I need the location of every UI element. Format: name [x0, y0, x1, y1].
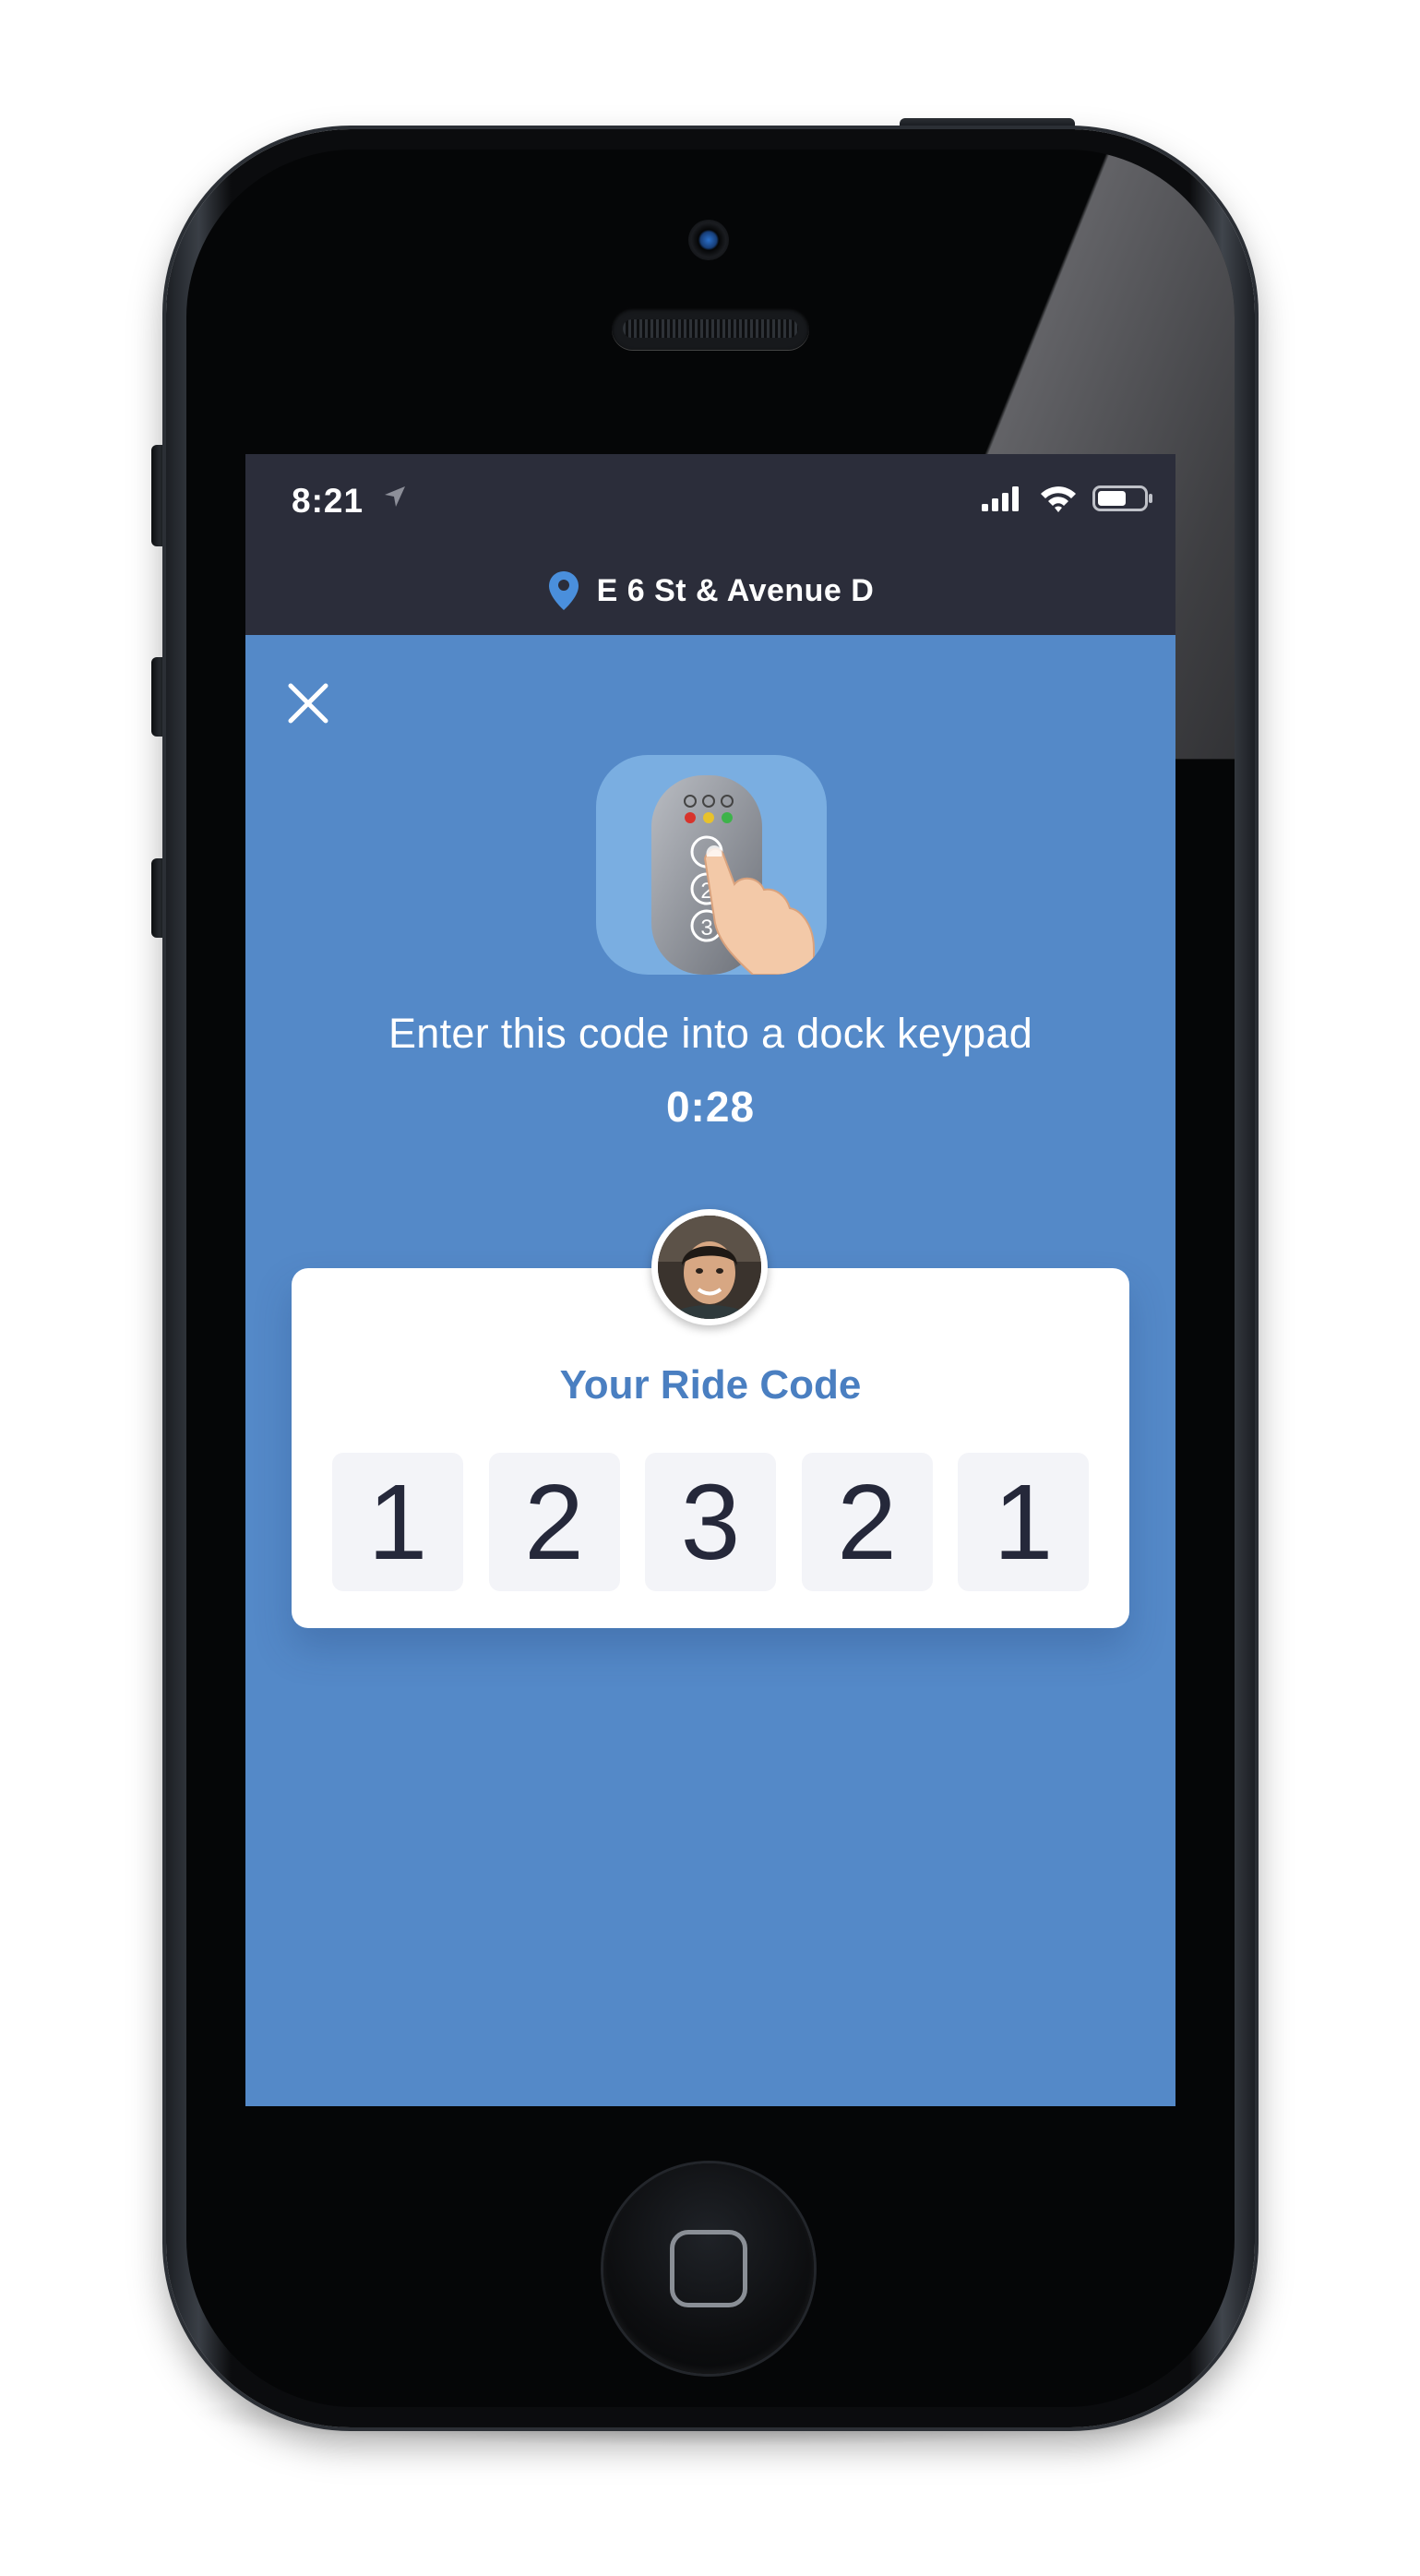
home-button[interactable]	[603, 2163, 814, 2374]
status-bar: 8:21	[245, 454, 1175, 546]
earpiece-speaker	[612, 307, 809, 350]
avatar	[651, 1209, 768, 1325]
code-digit-1: 1	[332, 1453, 463, 1591]
home-square-icon	[670, 2230, 747, 2307]
code-digit-4: 2	[801, 1453, 933, 1591]
ride-code-digits: 1 2 3 2 1	[332, 1453, 1089, 1591]
svg-text:3: 3	[700, 916, 712, 941]
front-camera	[688, 220, 729, 260]
ride-code-title: Your Ride Code	[559, 1362, 862, 1408]
wifi-icon	[1041, 486, 1076, 512]
battery-icon	[1092, 485, 1152, 511]
location-arrow-icon	[385, 486, 405, 507]
avatar-photo	[658, 1216, 761, 1319]
close-icon	[288, 683, 328, 724]
keypad-hand-illustration: 2 3	[596, 755, 827, 975]
close-button[interactable]	[280, 676, 336, 731]
instruction-text: Enter this code into a dock keypad	[388, 1010, 1033, 1057]
keypad-illustration-graphic: 2 3	[651, 775, 815, 975]
code-digit-3: 3	[645, 1453, 776, 1591]
station-name: E 6 St & Avenue D	[596, 572, 875, 608]
app-screen: 8:21 E 6 St & Avenue D 2 3 Enter this co…	[245, 454, 1175, 2106]
status-icons	[982, 484, 1153, 513]
location-pin-icon	[548, 571, 579, 610]
countdown-timer: 0:28	[665, 1083, 756, 1131]
location-header: E 6 St & Avenue D	[245, 546, 1175, 635]
cellular-signal-icon	[982, 486, 1019, 511]
status-time: 8:21	[292, 482, 364, 520]
code-digit-2: 2	[488, 1453, 620, 1591]
code-digit-5: 1	[958, 1453, 1089, 1591]
